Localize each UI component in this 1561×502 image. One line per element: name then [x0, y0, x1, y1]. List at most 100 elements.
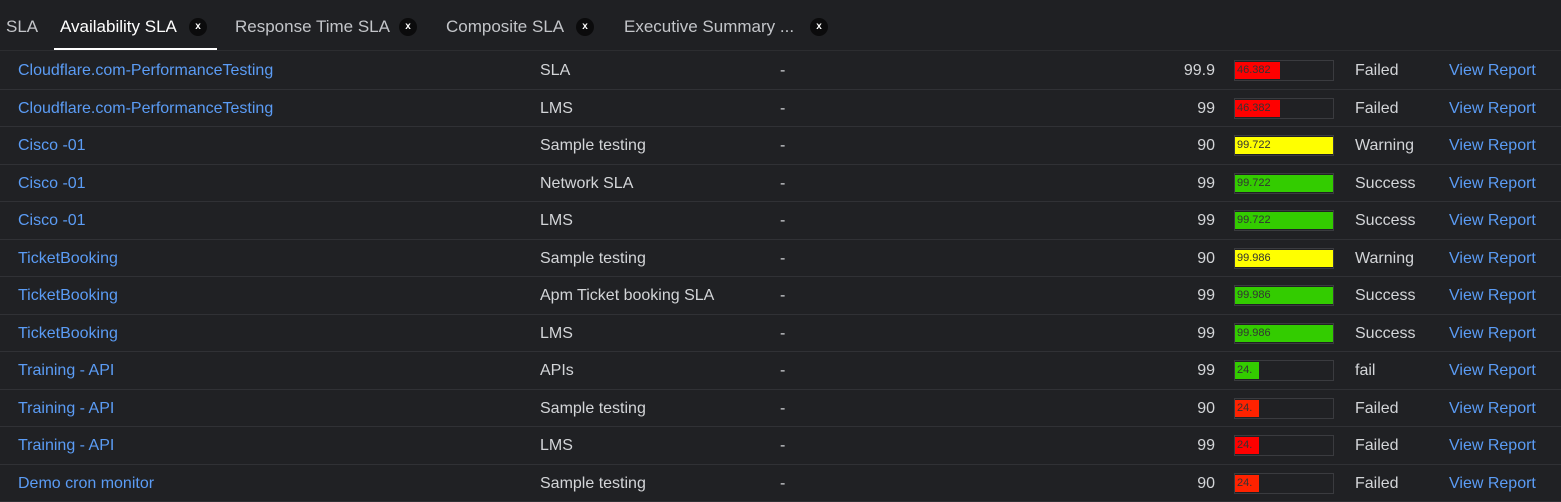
monitor-name-link[interactable]: Cisco -01: [18, 202, 86, 239]
availability-bar-fill: 99.722: [1235, 212, 1333, 229]
empty-value: -: [780, 202, 785, 239]
monitor-name-link[interactable]: Training - API: [18, 427, 114, 464]
monitor-name-link[interactable]: Demo cron monitor: [18, 465, 154, 502]
availability-bar: 24.: [1234, 398, 1334, 419]
table-row: TicketBookingApm Ticket booking SLA-9999…: [0, 277, 1561, 315]
table-row: TicketBookingSample testing-9099.986Warn…: [0, 240, 1561, 278]
tab-composite-sla[interactable]: Composite SLA: [446, 0, 564, 48]
table-row: Training - APISample testing-9024.Failed…: [0, 390, 1561, 428]
empty-value: -: [780, 427, 785, 464]
availability-bar-fill: 24.: [1235, 362, 1259, 379]
empty-value: -: [780, 315, 785, 352]
view-report-link[interactable]: View Report: [1449, 390, 1536, 427]
sla-name: Network SLA: [540, 165, 633, 202]
monitor-name-link[interactable]: Cloudflare.com-PerformanceTesting: [18, 90, 273, 127]
view-report-link[interactable]: View Report: [1449, 90, 1536, 127]
sla-name: LMS: [540, 90, 573, 127]
monitor-name-link[interactable]: Training - API: [18, 352, 114, 389]
status-text: Warning: [1355, 240, 1414, 277]
tab-label: SLA: [6, 17, 38, 36]
status-text: Success: [1355, 165, 1415, 202]
status-text: Warning: [1355, 127, 1414, 164]
availability-bar: 46.382: [1234, 98, 1334, 119]
empty-value: -: [780, 127, 785, 164]
table-row: Demo cron monitor Sample testing - 90 24. Fai…: [0, 465, 1561, 502]
tab-response-time-sla-close-icon[interactable]: x: [399, 18, 417, 36]
sla-target: 99: [1197, 315, 1215, 352]
view-report-link[interactable]: View Report: [1449, 165, 1536, 202]
tab-label: Composite SLA: [446, 17, 564, 36]
table-row: Training - API LMS - 99 24. Failed View Report: [0, 427, 1561, 465]
sla-name: Sample testing: [540, 390, 646, 427]
view-report-link[interactable]: View Report: [1449, 315, 1536, 352]
tab-executive-summary-close-icon[interactable]: x: [810, 18, 828, 36]
table-row: Cisco -01Network SLA-9999.722SuccessView…: [0, 165, 1561, 203]
empty-value: -: [780, 465, 785, 502]
tab-availability-sla-close-icon[interactable]: x: [189, 18, 207, 36]
sla-target: 90: [1197, 127, 1215, 164]
sla-name: Sample testing: [540, 465, 646, 502]
availability-bar: 24.: [1234, 473, 1334, 494]
tab-bar: SLA Availability SLA x Response Time SLA…: [0, 0, 1561, 51]
sla-target: 99.9: [1184, 52, 1215, 89]
availability-bar-fill: 24.: [1235, 400, 1259, 417]
view-report-link[interactable]: View Report: [1449, 240, 1536, 277]
monitor-name-link[interactable]: TicketBooking: [18, 277, 118, 314]
view-report-link[interactable]: View Report: [1449, 127, 1536, 164]
empty-value: -: [780, 352, 785, 389]
monitor-name-link[interactable]: Cloudflare.com-PerformanceTesting: [18, 52, 273, 89]
sla-target: 90: [1197, 240, 1215, 277]
view-report-link[interactable]: View Report: [1449, 427, 1536, 464]
status-text: Failed: [1355, 90, 1399, 127]
status-text: fail: [1355, 352, 1375, 389]
monitor-name-link[interactable]: Cisco -01: [18, 165, 86, 202]
sla-report-table: Cloudflare.com-PerformanceTestingSLA-99.…: [0, 52, 1561, 502]
sla-name: LMS: [540, 202, 573, 239]
tab-executive-summary[interactable]: Executive Summary ...: [624, 0, 794, 48]
availability-bar: 99.986: [1234, 248, 1334, 269]
monitor-name-link[interactable]: TicketBooking: [18, 315, 118, 352]
monitor-name-link[interactable]: Cisco -01: [18, 127, 86, 164]
empty-value: -: [780, 277, 785, 314]
availability-bar: 46.382: [1234, 60, 1334, 81]
view-report-link[interactable]: View Report: [1449, 352, 1536, 389]
sla-target: 90: [1197, 390, 1215, 427]
sla-target: 90: [1197, 465, 1215, 502]
availability-bar: 24.: [1234, 360, 1334, 381]
availability-bar-fill: 46.382: [1235, 62, 1280, 79]
availability-bar-fill: 46.382: [1235, 100, 1280, 117]
status-text: Failed: [1355, 52, 1399, 89]
sla-name: LMS: [540, 315, 573, 352]
sla-name: Apm Ticket booking SLA: [540, 277, 714, 314]
status-text: Failed: [1355, 465, 1399, 502]
sla-target: 99: [1197, 90, 1215, 127]
availability-bar: 99.986: [1234, 285, 1334, 306]
availability-bar: 24.: [1234, 435, 1334, 456]
sla-target: 99: [1197, 427, 1215, 464]
table-row: Cisco -01LMS-9999.722SuccessView Report: [0, 202, 1561, 240]
availability-bar-fill: 99.986: [1235, 325, 1333, 342]
tab-label: Executive Summary ...: [624, 17, 794, 36]
availability-bar: 99.986: [1234, 323, 1334, 344]
table-row: Cloudflare.com-PerformanceTesting LMS - 99 4…: [0, 90, 1561, 128]
sla-name: LMS: [540, 427, 573, 464]
monitor-name-link[interactable]: Training - API: [18, 390, 114, 427]
availability-bar-fill: 99.986: [1235, 287, 1333, 304]
tab-label: Availability SLA: [60, 17, 177, 36]
view-report-link[interactable]: View Report: [1449, 52, 1536, 89]
status-text: Failed: [1355, 427, 1399, 464]
sla-target: 99: [1197, 165, 1215, 202]
tab-label: Response Time SLA: [235, 17, 390, 36]
tab-sla[interactable]: SLA: [6, 0, 38, 48]
status-text: Success: [1355, 202, 1415, 239]
view-report-link[interactable]: View Report: [1449, 202, 1536, 239]
table-row: Cisco -01Sample testing-9099.722WarningV…: [0, 127, 1561, 165]
availability-bar: 99.722: [1234, 173, 1334, 194]
monitor-name-link[interactable]: TicketBooking: [18, 240, 118, 277]
view-report-link[interactable]: View Report: [1449, 277, 1536, 314]
availability-bar-fill: 99.722: [1235, 175, 1333, 192]
view-report-link[interactable]: View Report: [1449, 465, 1536, 502]
empty-value: -: [780, 90, 785, 127]
tab-composite-sla-close-icon[interactable]: x: [576, 18, 594, 36]
tab-response-time-sla[interactable]: Response Time SLA: [235, 0, 390, 48]
